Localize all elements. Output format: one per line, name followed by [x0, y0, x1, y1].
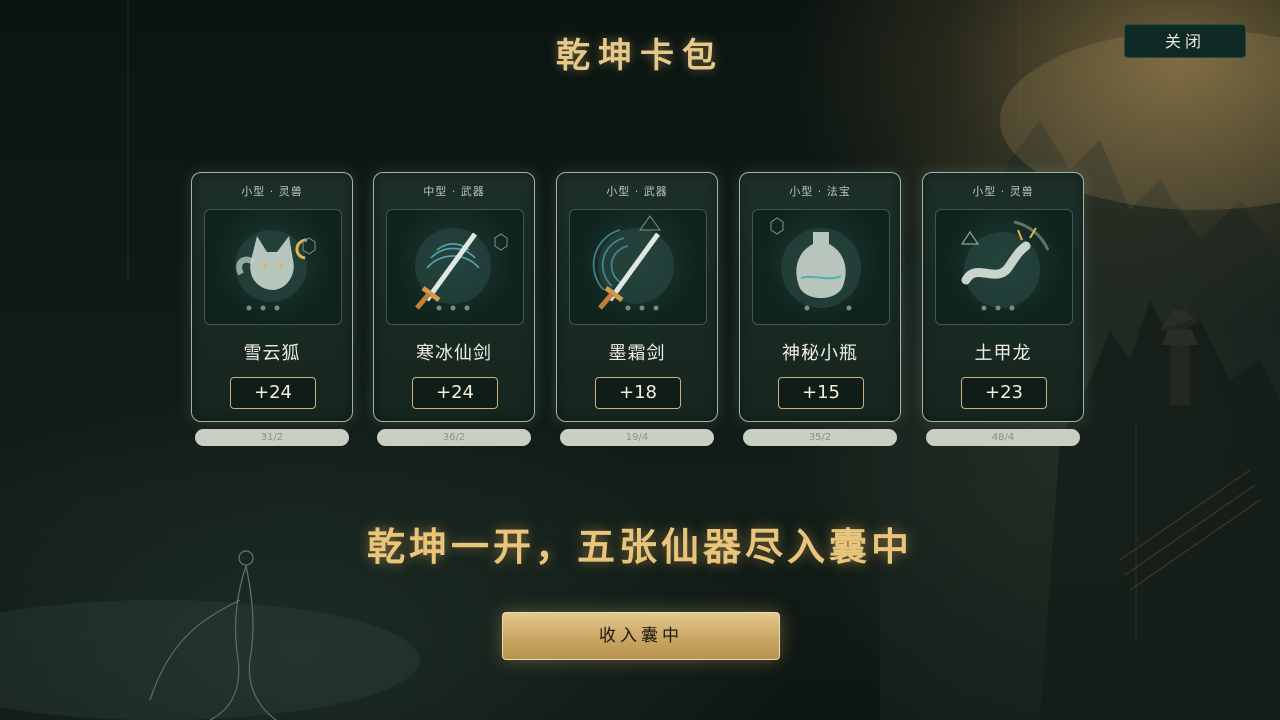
card-name: 土甲龙	[974, 343, 1032, 364]
card-frame[interactable]: 中型 · 武器 寒冰仙剑 +24	[373, 172, 535, 422]
card-art	[204, 209, 342, 325]
card-frame[interactable]: 小型 · 武器 墨霜剑 +18	[556, 172, 718, 422]
bottle-icon	[770, 217, 861, 311]
card-progress-bar: 19/4	[560, 429, 714, 446]
card-type-label: 小型 · 灵兽	[972, 185, 1034, 198]
reward-tagline: 乾坤一开，五张仙器尽入囊中	[366, 524, 913, 569]
card-frame[interactable]: 小型 · 灵兽 土甲龙 +23	[922, 172, 1084, 422]
card-item[interactable]: 小型 · 法宝 神秘小瓶 +15 35/2	[739, 172, 901, 446]
card-type-label: 中型 · 武器	[423, 185, 485, 198]
card-item[interactable]: 小型 · 武器 墨霜剑 +18 19/4	[556, 172, 718, 446]
card-art	[935, 209, 1073, 325]
card-frame[interactable]: 小型 · 灵兽 雪云狐 +24	[191, 172, 353, 422]
card-item[interactable]: 中型 · 武器 寒冰仙剑 +24 36/2	[373, 172, 535, 446]
close-button[interactable]: 关闭	[1124, 24, 1246, 58]
card-progress-bar: 36/2	[377, 429, 531, 446]
card-item[interactable]: 小型 · 灵兽 土甲龙 +23 48/4	[922, 172, 1084, 446]
card-name: 墨霜剑	[608, 343, 666, 364]
card-row: 小型 · 灵兽 雪云狐 +24 31/2 中型 · 武器 寒冰仙剑 +24 36…	[191, 172, 1091, 452]
card-progress-bar: 48/4	[926, 429, 1080, 446]
ice-sword-icon	[415, 228, 508, 311]
card-progress-bar: 31/2	[195, 429, 349, 446]
card-frame[interactable]: 小型 · 法宝 神秘小瓶 +15	[739, 172, 901, 422]
collect-button[interactable]: 收入囊中	[502, 612, 780, 660]
card-art	[569, 209, 707, 325]
card-item[interactable]: 小型 · 灵兽 雪云狐 +24 31/2	[191, 172, 353, 446]
fox-icon	[235, 230, 316, 311]
card-art	[386, 209, 524, 325]
game-screen: 乾坤卡包 关闭 小型 · 灵兽 雪云狐 +24 31/2 中型 · 武器 寒冰仙…	[0, 0, 1280, 720]
frost-sword-icon	[592, 215, 674, 311]
page-title: 乾坤卡包	[556, 36, 724, 76]
card-type-label: 小型 · 法宝	[789, 185, 851, 198]
card-name: 寒冰仙剑	[416, 343, 492, 364]
earth-dragon-icon	[960, 220, 1050, 311]
card-name: 雪云狐	[243, 343, 301, 364]
card-progress-bar: 35/2	[743, 429, 897, 446]
card-name: 神秘小瓶	[782, 343, 858, 364]
card-value: +18	[595, 377, 681, 409]
card-art	[752, 209, 890, 325]
card-type-label: 小型 · 灵兽	[241, 185, 303, 198]
card-value: +23	[961, 377, 1047, 409]
card-value: +15	[778, 377, 864, 409]
card-type-label: 小型 · 武器	[606, 185, 668, 198]
card-value: +24	[412, 377, 498, 409]
card-value: +24	[230, 377, 316, 409]
